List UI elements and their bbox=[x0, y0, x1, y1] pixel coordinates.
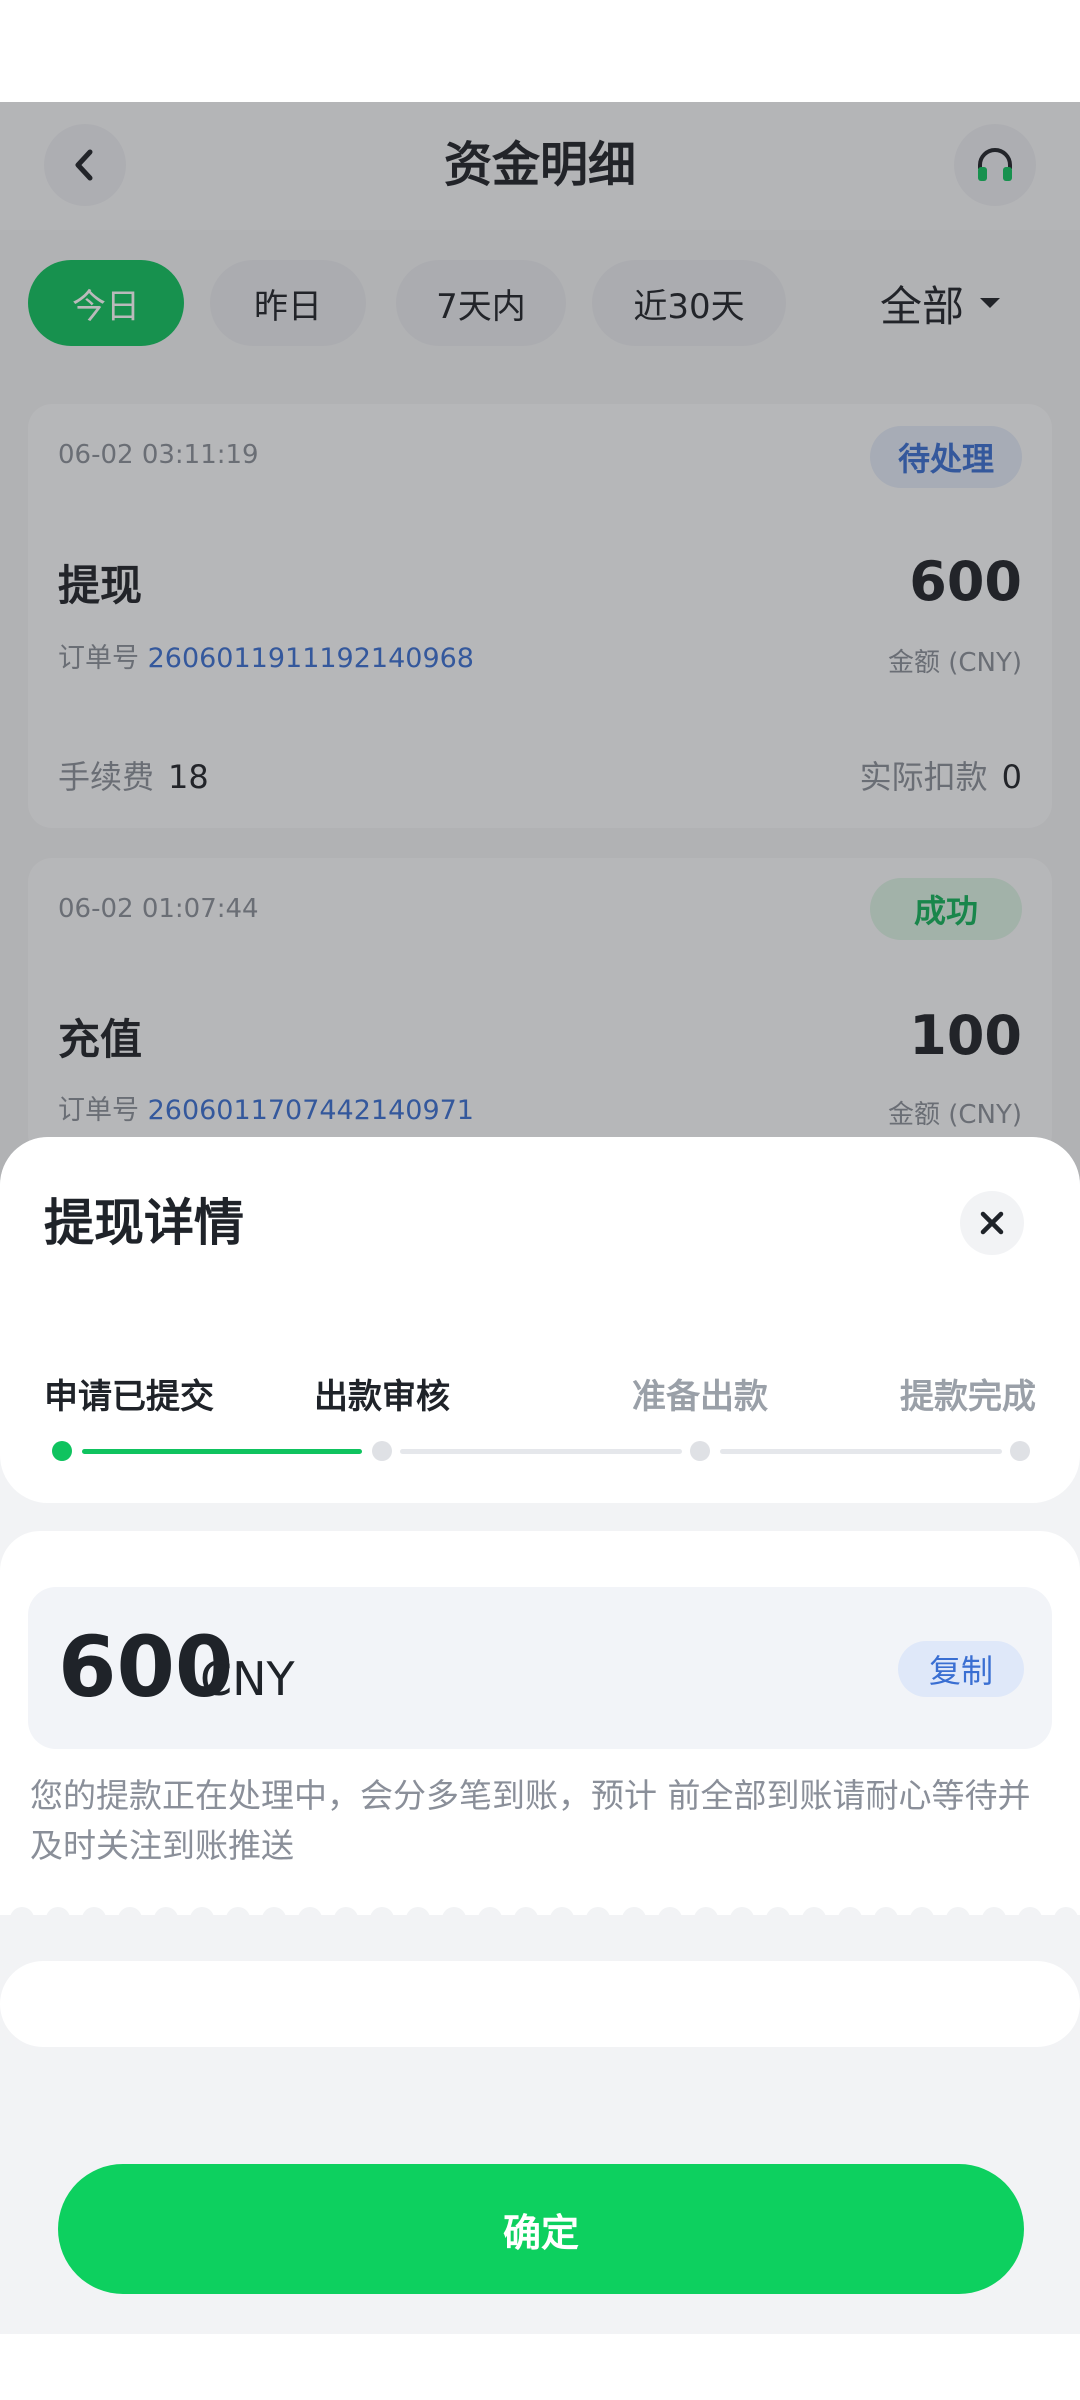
step-dot-2 bbox=[372, 1441, 392, 1461]
step-submitted: 申请已提交 bbox=[44, 1377, 214, 1417]
copy-button[interactable]: 复制 bbox=[898, 1641, 1024, 1697]
info-row bbox=[0, 1961, 1080, 2047]
withdraw-detail-sheet: 提现详情 申请已提交 出款审核 准备出款 提款完成 600 CNY 复制 您的提… bbox=[0, 1137, 1080, 2400]
step-review: 出款审核 bbox=[314, 1377, 450, 1417]
processing-notice: 您的提款正在处理中，会分多笔到账，预计 前全部到账请耐心等待并及时关注到账推送 bbox=[30, 1776, 1031, 1865]
progress-panel: 提现详情 申请已提交 出款审核 准备出款 提款完成 bbox=[0, 1137, 1080, 1503]
step-track-1 bbox=[82, 1449, 362, 1454]
step-track-2 bbox=[400, 1449, 682, 1454]
step-dot-3 bbox=[690, 1441, 710, 1461]
close-button[interactable] bbox=[960, 1191, 1024, 1255]
step-dot-1 bbox=[52, 1441, 72, 1461]
step-dot-4 bbox=[1010, 1441, 1030, 1461]
confirm-button[interactable]: 确定 bbox=[58, 2164, 1024, 2294]
close-icon bbox=[980, 1211, 1004, 1235]
sheet-title: 提现详情 bbox=[44, 1194, 244, 1252]
amount-box: 600 CNY 复制 bbox=[28, 1587, 1052, 1749]
home-indicator-area bbox=[0, 2334, 1080, 2400]
amount-unit: CNY bbox=[200, 1652, 295, 1706]
status-bar bbox=[0, 0, 1080, 102]
ticket-edge bbox=[0, 1907, 1080, 1935]
step-prepare: 准备出款 bbox=[632, 1377, 768, 1417]
step-track-3 bbox=[720, 1449, 1002, 1454]
amount-section: 600 CNY 复制 您的提款正在处理中，会分多笔到账，预计 前全部到账请耐心等… bbox=[0, 1531, 1080, 1915]
step-complete: 提款完成 bbox=[900, 1377, 1036, 1417]
